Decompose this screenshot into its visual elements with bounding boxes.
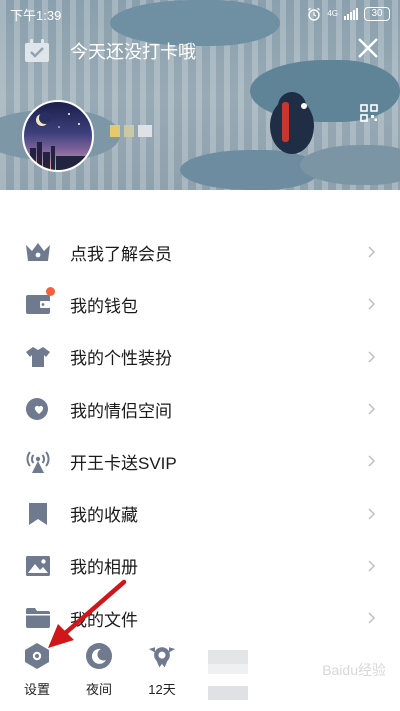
menu-item-label: 我的钱包 (70, 296, 138, 316)
menu-item-label: 我的相册 (70, 558, 138, 578)
signal-icon (344, 8, 358, 20)
menu-item-album[interactable]: 我的相册 (0, 540, 400, 592)
days-label: 12天 (148, 682, 176, 697)
close-icon[interactable] (356, 36, 380, 60)
battery-level: 30 (364, 7, 390, 21)
crown-icon (25, 239, 51, 265)
profile-header: 下午1:39 4G 30 今天还没打卡哦 (0, 0, 400, 190)
calendar-check-icon (25, 39, 49, 62)
drawer-menu: 点我了解会员 我的钱包 我的个性装扮 我的情侣空间 开王卡送SVIP 我的收藏 … (0, 226, 400, 644)
folder-icon (25, 605, 51, 631)
settings-hex-icon (23, 642, 51, 670)
chevron-right-icon (368, 351, 376, 363)
settings-label: 设置 (23, 682, 50, 697)
chevron-right-icon (368, 455, 376, 467)
night-mode-button[interactable]: 夜间 (77, 642, 121, 698)
status-bar: 下午1:39 4G 30 (0, 0, 400, 28)
menu-item-label: 我的情侣空间 (70, 401, 172, 421)
menu-item-label: 我的收藏 (70, 506, 138, 526)
moon-icon (85, 642, 113, 670)
menu-item-files[interactable]: 我的文件 (0, 592, 400, 644)
alarm-icon (308, 7, 321, 21)
menu-item-wallet[interactable]: 我的钱包 (0, 278, 400, 330)
blurred-tab (208, 650, 248, 702)
bookmark-icon (25, 501, 51, 527)
menu-item-label: 我的个性装扮 (70, 349, 172, 369)
chevron-right-icon (368, 508, 376, 520)
menu-item-label: 点我了解会员 (70, 244, 172, 264)
chevron-right-icon (368, 560, 376, 572)
qr-code-icon[interactable] (360, 104, 378, 122)
couple-heart-icon (25, 396, 51, 422)
menu-item-label: 我的文件 (70, 610, 138, 630)
watermark: Baidu经验 (322, 662, 386, 678)
wallet-icon (25, 287, 55, 317)
sun-badge-icon (148, 642, 176, 670)
night-city-icon (30, 112, 92, 170)
menu-item-dressup[interactable]: 我的个性装扮 (0, 331, 400, 383)
chevron-right-icon (368, 403, 376, 415)
antenna-icon (25, 448, 51, 474)
menu-item-couple-space[interactable]: 我的情侣空间 (0, 383, 400, 435)
settings-button[interactable]: 设置 (15, 642, 59, 698)
status-time: 下午1:39 (10, 7, 62, 23)
blurred-username (110, 125, 152, 137)
avatar[interactable] (22, 100, 94, 172)
network-type: 4G (327, 9, 338, 18)
penguin-icon (270, 92, 314, 154)
checkin-text: 今天还没打卡哦 (70, 42, 196, 62)
photo-icon (25, 553, 51, 579)
menu-item-king-card[interactable]: 开王卡送SVIP (0, 435, 400, 487)
chevron-right-icon (368, 612, 376, 624)
notification-dot (46, 287, 55, 297)
chevron-right-icon (368, 246, 376, 258)
menu-item-vip[interactable]: 点我了解会员 (0, 226, 400, 278)
menu-item-favorites[interactable]: 我的收藏 (0, 487, 400, 539)
days-badge-button[interactable]: 12天 (140, 642, 184, 698)
tshirt-icon (25, 344, 51, 370)
menu-item-label: 开王卡送SVIP (70, 453, 177, 473)
night-mode-label: 夜间 (85, 682, 112, 697)
chevron-right-icon (368, 298, 376, 310)
status-icons: 4G 30 (307, 7, 390, 21)
checkin-banner[interactable]: 今天还没打卡哦 (24, 38, 196, 64)
